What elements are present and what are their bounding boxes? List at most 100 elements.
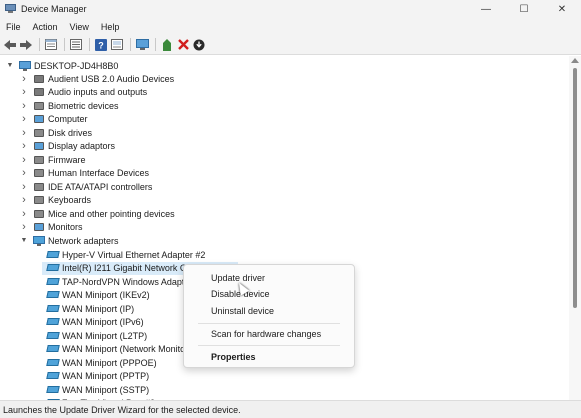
network-adapter-icon — [46, 263, 60, 273]
category-row[interactable]: › Human Interface Devices — [20, 167, 149, 180]
monitor-icon — [33, 222, 45, 232]
status-text: Launches the Update Driver Wizard for th… — [3, 404, 241, 415]
network-adapter-icon — [46, 250, 60, 260]
chevron-right-icon[interactable]: › — [20, 100, 28, 112]
chevron-right-icon[interactable]: › — [20, 154, 28, 166]
network-adapter-icon — [46, 290, 60, 300]
category-row[interactable]: › Firmware — [20, 153, 86, 166]
keyboard-icon — [33, 195, 45, 205]
menu-item-scan-hardware[interactable]: Scan for hardware changes — [211, 327, 321, 341]
category-label: Audient USB 2.0 Audio Devices — [48, 73, 175, 84]
close-button[interactable]: ✕ — [543, 0, 581, 18]
category-row[interactable]: › Audient USB 2.0 Audio Devices — [20, 72, 174, 85]
minimize-button[interactable]: — — [467, 0, 505, 18]
chevron-right-icon[interactable]: › — [20, 127, 28, 139]
scroll-thumb[interactable] — [573, 68, 577, 308]
uninstall-icon[interactable] — [176, 38, 190, 52]
tree-root[interactable]: ▼ DESKTOP-JD4H8B0 — [6, 59, 118, 72]
menu-item-properties[interactable]: Properties — [211, 350, 256, 364]
category-row[interactable]: › Computer — [20, 113, 88, 126]
maximize-button[interactable]: ☐ — [505, 0, 543, 18]
network-adapter-row[interactable]: WAN Miniport (Network Monitor) — [42, 343, 191, 356]
audio-icon — [33, 74, 45, 84]
category-row[interactable]: › Mice and other pointing devices — [20, 207, 174, 220]
network-adapter-icon — [46, 344, 60, 354]
speaker-icon — [33, 87, 45, 97]
scroll-up-icon[interactable] — [571, 58, 579, 63]
category-network-adapters[interactable]: ▼ Network adapters — [20, 234, 119, 247]
mouse-icon — [33, 209, 45, 219]
scan-icon[interactable] — [110, 38, 124, 52]
toolbar-separator — [89, 38, 90, 51]
menu-separator — [198, 345, 340, 346]
chevron-right-icon[interactable]: › — [20, 167, 28, 179]
chevron-right-icon[interactable]: › — [20, 208, 28, 220]
toolbar-separator — [39, 38, 40, 51]
toolbar-separator — [155, 38, 156, 51]
display-adapter-icon — [33, 141, 45, 151]
network-adapter-row[interactable]: WAN Miniport (SSTP) — [42, 383, 149, 396]
network-adapter-row[interactable]: Hyper-V Virtual Ethernet Adapter #2 — [42, 248, 205, 261]
category-label: Computer — [48, 114, 88, 124]
menu-help[interactable]: Help — [95, 22, 126, 32]
network-adapter-label: WAN Miniport (IP) — [62, 303, 135, 314]
tree-root-label: DESKTOP-JD4H8B0 — [34, 60, 119, 71]
menu-action[interactable]: Action — [27, 22, 64, 32]
list-view-icon[interactable] — [69, 38, 83, 52]
network-adapter-icon — [46, 385, 60, 395]
back-arrow-icon[interactable] — [3, 38, 17, 52]
window-title: Device Manager — [21, 4, 87, 14]
category-row[interactable]: › IDE ATA/ATAPI controllers — [20, 180, 152, 193]
network-adapter-row[interactable]: WAN Miniport (PPPOE) — [42, 356, 157, 369]
vertical-scrollbar[interactable] — [569, 56, 581, 400]
category-label: Keyboards — [48, 195, 92, 205]
update-driver-icon[interactable] — [160, 38, 174, 52]
chevron-down-icon[interactable]: ▼ — [6, 62, 14, 70]
chevron-right-icon[interactable]: › — [20, 221, 28, 233]
menu-view[interactable]: View — [64, 22, 95, 32]
forward-arrow-icon[interactable] — [19, 38, 33, 52]
help-icon[interactable]: ? — [94, 38, 108, 52]
menu-separator — [198, 323, 340, 324]
computer-icon[interactable] — [135, 38, 149, 52]
network-adapter-label: WAN Miniport (Network Monitor) — [62, 344, 192, 354]
category-row[interactable]: › Biometric devices — [20, 99, 119, 112]
chevron-right-icon[interactable]: › — [20, 194, 28, 206]
network-adapter-label: TAP-NordVPN Windows Adapter — [62, 276, 193, 287]
network-adapter-label: WAN Miniport (L2TP) — [62, 330, 148, 341]
ide-controller-icon — [33, 182, 45, 192]
chevron-right-icon[interactable]: › — [20, 140, 28, 152]
category-label: Firmware — [48, 154, 86, 165]
category-row[interactable]: › Disk drives — [20, 126, 92, 139]
category-row[interactable]: › Audio inputs and outputs — [20, 86, 147, 99]
network-adapter-icon — [46, 277, 60, 287]
network-adapter-row[interactable]: WAN Miniport (L2TP) — [42, 329, 147, 342]
chevron-right-icon[interactable]: › — [20, 113, 28, 125]
chevron-right-icon[interactable]: › — [20, 86, 28, 98]
menu-item-uninstall-device[interactable]: Uninstall device — [211, 304, 274, 318]
firmware-icon — [33, 155, 45, 165]
category-row[interactable]: › Monitors — [20, 221, 82, 234]
category-row[interactable]: › Display adaptors — [20, 140, 115, 153]
status-bar: Launches the Update Driver Wizard for th… — [0, 400, 581, 418]
network-adapter-label: WAN Miniport (PPTP) — [62, 371, 150, 381]
download-icon[interactable] — [192, 38, 206, 52]
chevron-right-icon[interactable]: › — [20, 73, 28, 85]
network-adapter-row[interactable]: TAP-NordVPN Windows Adapter — [42, 275, 192, 288]
category-row[interactable]: › Keyboards — [20, 194, 91, 207]
network-adapter-row[interactable]: WAN Miniport (IP) — [42, 302, 134, 315]
network-adapter-row[interactable]: WAN Miniport (PPTP) — [42, 370, 149, 383]
menu-file[interactable]: File — [0, 22, 27, 32]
svg-text:?: ? — [98, 40, 104, 50]
network-adapter-row[interactable]: WAN Miniport (IPv6) — [42, 316, 144, 329]
title-bar: Device Manager — ☐ ✕ — [0, 0, 581, 18]
network-adapter-row[interactable]: WAN Miniport (IKEv2) — [42, 289, 150, 302]
network-adapter-label: Hyper-V Virtual Ethernet Adapter #2 — [62, 249, 206, 260]
category-label: Biometric devices — [48, 100, 119, 111]
category-label: Audio inputs and outputs — [48, 87, 148, 97]
chevron-down-icon[interactable]: ▼ — [20, 237, 28, 245]
network-adapter-label: WAN Miniport (IPv6) — [62, 317, 144, 327]
network-adapter-label: WAN Miniport (PPPOE) — [62, 357, 157, 368]
properties-icon[interactable] — [44, 38, 58, 52]
chevron-right-icon[interactable]: › — [20, 181, 28, 193]
